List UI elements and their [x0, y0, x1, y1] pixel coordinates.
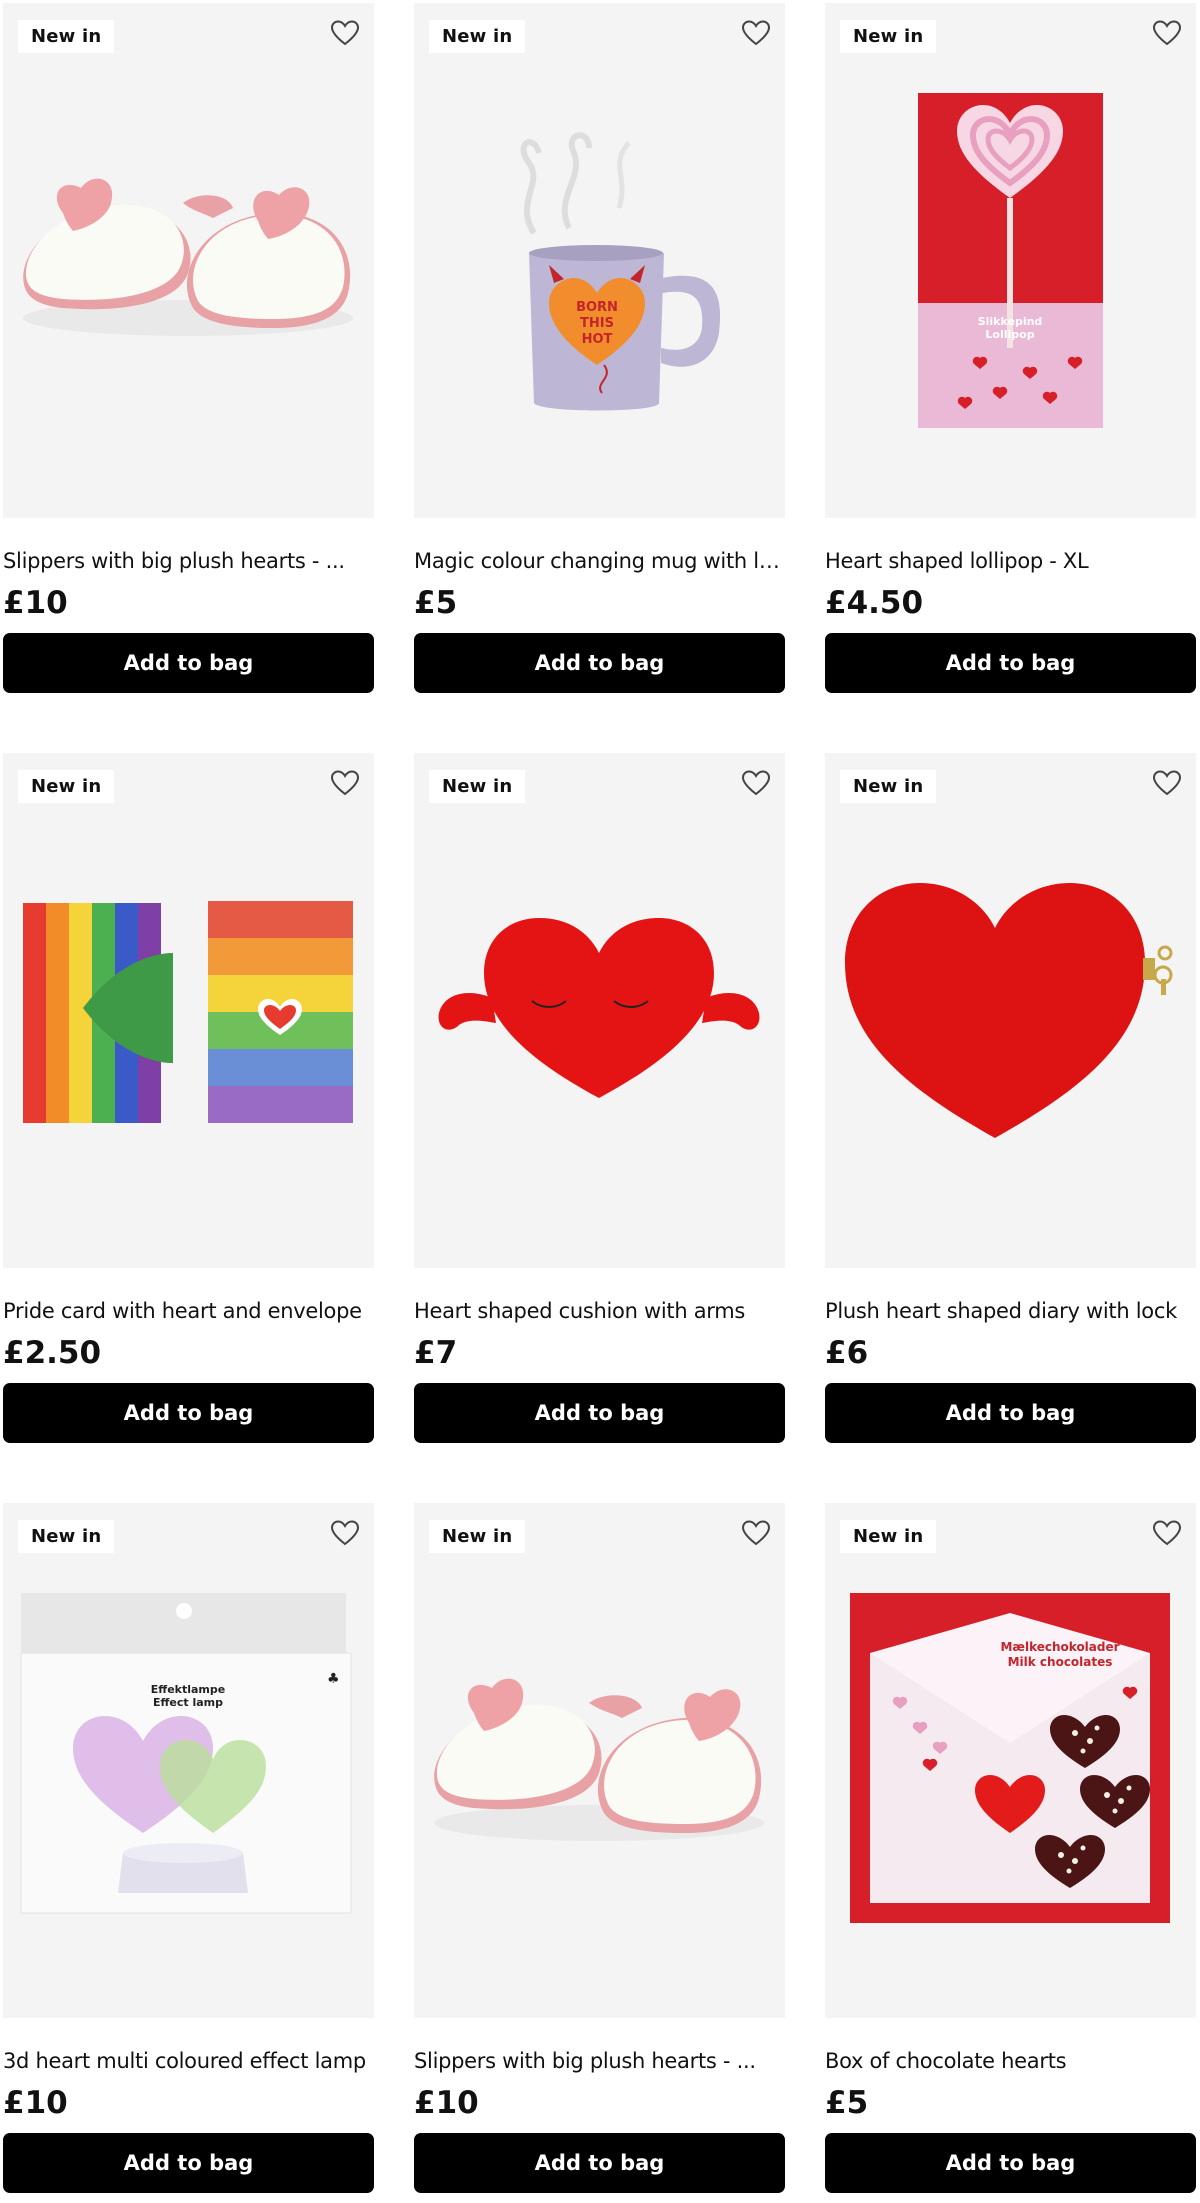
product-price: £2.50 [3, 1335, 102, 1371]
slippers-image [434, 1678, 764, 1841]
svg-text:HOT: HOT [582, 332, 613, 347]
new-in-badge: New in [429, 770, 526, 803]
wishlist-heart-icon[interactable] [741, 769, 771, 797]
product-card[interactable]: New in Plush heart shaped diary with loc… [825, 753, 1196, 1443]
wishlist-heart-icon[interactable] [741, 1519, 771, 1547]
product-card[interactable]: Mælkechokolader Milk chocolates New in B… [825, 1503, 1196, 2193]
product-price: £5 [825, 2085, 869, 2121]
new-in-badge: New in [18, 770, 115, 803]
product-title[interactable]: Plush heart shaped diary with lock [825, 1298, 1196, 1324]
add-to-bag-button[interactable]: Add to bag [825, 633, 1196, 693]
product-price: £4.50 [825, 585, 924, 621]
product-card[interactable]: New in Slippers with big plush hearts - … [3, 3, 374, 693]
product-title[interactable]: Heart shaped lollipop - XL [825, 548, 1196, 574]
product-price: £5 [414, 585, 458, 621]
product-image[interactable]: New in [825, 753, 1196, 1268]
add-to-bag-button[interactable]: Add to bag [3, 633, 374, 693]
pride-card-image [23, 901, 353, 1123]
product-price: £10 [3, 2085, 68, 2121]
product-card[interactable]: Slikkepind Lollipop New in Heart shaped … [825, 3, 1196, 693]
new-in-badge: New in [18, 20, 115, 53]
lamp-image: Effektlampe Effect lamp ♣ [20, 1593, 352, 1914]
product-title[interactable]: 3d heart multi coloured effect lamp [3, 2048, 374, 2074]
wishlist-heart-icon[interactable] [1152, 769, 1182, 797]
lamp-box-text: Effektlampe [151, 1683, 225, 1696]
product-card[interactable]: New in Pride card with heart and envelop… [3, 753, 374, 1443]
product-image[interactable]: New in [414, 753, 785, 1268]
product-title[interactable]: Slippers with big plush hearts - ... [414, 2048, 785, 2074]
wishlist-heart-icon[interactable] [1152, 19, 1182, 47]
svg-text:♣: ♣ [327, 1671, 340, 1687]
lollipop-image: Slikkepind Lollipop [918, 93, 1103, 428]
product-price: £6 [825, 1335, 869, 1371]
add-to-bag-button[interactable]: Add to bag [3, 2133, 374, 2193]
add-to-bag-button[interactable]: Add to bag [825, 2133, 1196, 2193]
wishlist-heart-icon[interactable] [330, 19, 360, 47]
lollipop-label: Slikkepind [978, 315, 1043, 328]
new-in-badge: New in [840, 1520, 937, 1553]
chocolates-image: Mælkechokolader Milk chocolates [850, 1593, 1170, 1923]
product-price: £10 [414, 2085, 479, 2121]
mug-image: BORN THIS HOT [520, 132, 721, 411]
wishlist-heart-icon[interactable] [330, 769, 360, 797]
product-title[interactable]: Pride card with heart and envelope [3, 1298, 374, 1324]
add-to-bag-button[interactable]: Add to bag [414, 633, 785, 693]
svg-text:THIS: THIS [580, 316, 614, 331]
product-image[interactable]: New in [3, 3, 374, 518]
product-title[interactable]: Heart shaped cushion with arms [414, 1298, 785, 1324]
mug-print-text: BORN [576, 300, 618, 315]
new-in-badge: New in [840, 20, 937, 53]
product-title[interactable]: Magic colour changing mug with lips [414, 548, 785, 574]
product-image[interactable]: New in [414, 1503, 785, 2018]
chocolates-box-text: Mælkechokolader [1000, 1640, 1119, 1654]
wishlist-heart-icon[interactable] [330, 1519, 360, 1547]
product-image[interactable]: BORN THIS HOT New in [414, 3, 785, 518]
svg-text:Lollipop: Lollipop [985, 328, 1034, 341]
new-in-badge: New in [429, 20, 526, 53]
product-price: £7 [414, 1335, 458, 1371]
product-price: £10 [3, 585, 68, 621]
product-card[interactable]: New in Slippers with big plush hearts - … [414, 1503, 785, 2193]
add-to-bag-button[interactable]: Add to bag [825, 1383, 1196, 1443]
product-title[interactable]: Box of chocolate hearts [825, 2048, 1196, 2074]
cushion-image [438, 918, 760, 1098]
product-image[interactable]: Slikkepind Lollipop New in [825, 3, 1196, 518]
diary-image [845, 883, 1173, 1138]
product-image[interactable]: Mælkechokolader Milk chocolates New in [825, 1503, 1196, 2018]
product-image[interactable]: New in [3, 753, 374, 1268]
svg-text:Milk chocolates: Milk chocolates [1008, 1655, 1113, 1669]
product-card[interactable]: BORN THIS HOT New in Magic colour changi… [414, 3, 785, 693]
product-image[interactable]: Effektlampe Effect lamp ♣ New in [3, 1503, 374, 2018]
new-in-badge: New in [18, 1520, 115, 1553]
new-in-badge: New in [429, 1520, 526, 1553]
wishlist-heart-icon[interactable] [1152, 1519, 1182, 1547]
product-card[interactable]: New in Heart shaped cushion with arms £7… [414, 753, 785, 1443]
product-card[interactable]: Effektlampe Effect lamp ♣ New in 3d hear… [3, 1503, 374, 2193]
product-title[interactable]: Slippers with big plush hearts - ... [3, 548, 374, 574]
wishlist-heart-icon[interactable] [741, 19, 771, 47]
svg-text:Effect lamp: Effect lamp [153, 1696, 223, 1709]
add-to-bag-button[interactable]: Add to bag [414, 1383, 785, 1443]
add-to-bag-button[interactable]: Add to bag [414, 2133, 785, 2193]
new-in-badge: New in [840, 770, 937, 803]
add-to-bag-button[interactable]: Add to bag [3, 1383, 374, 1443]
slippers-image [23, 178, 353, 336]
